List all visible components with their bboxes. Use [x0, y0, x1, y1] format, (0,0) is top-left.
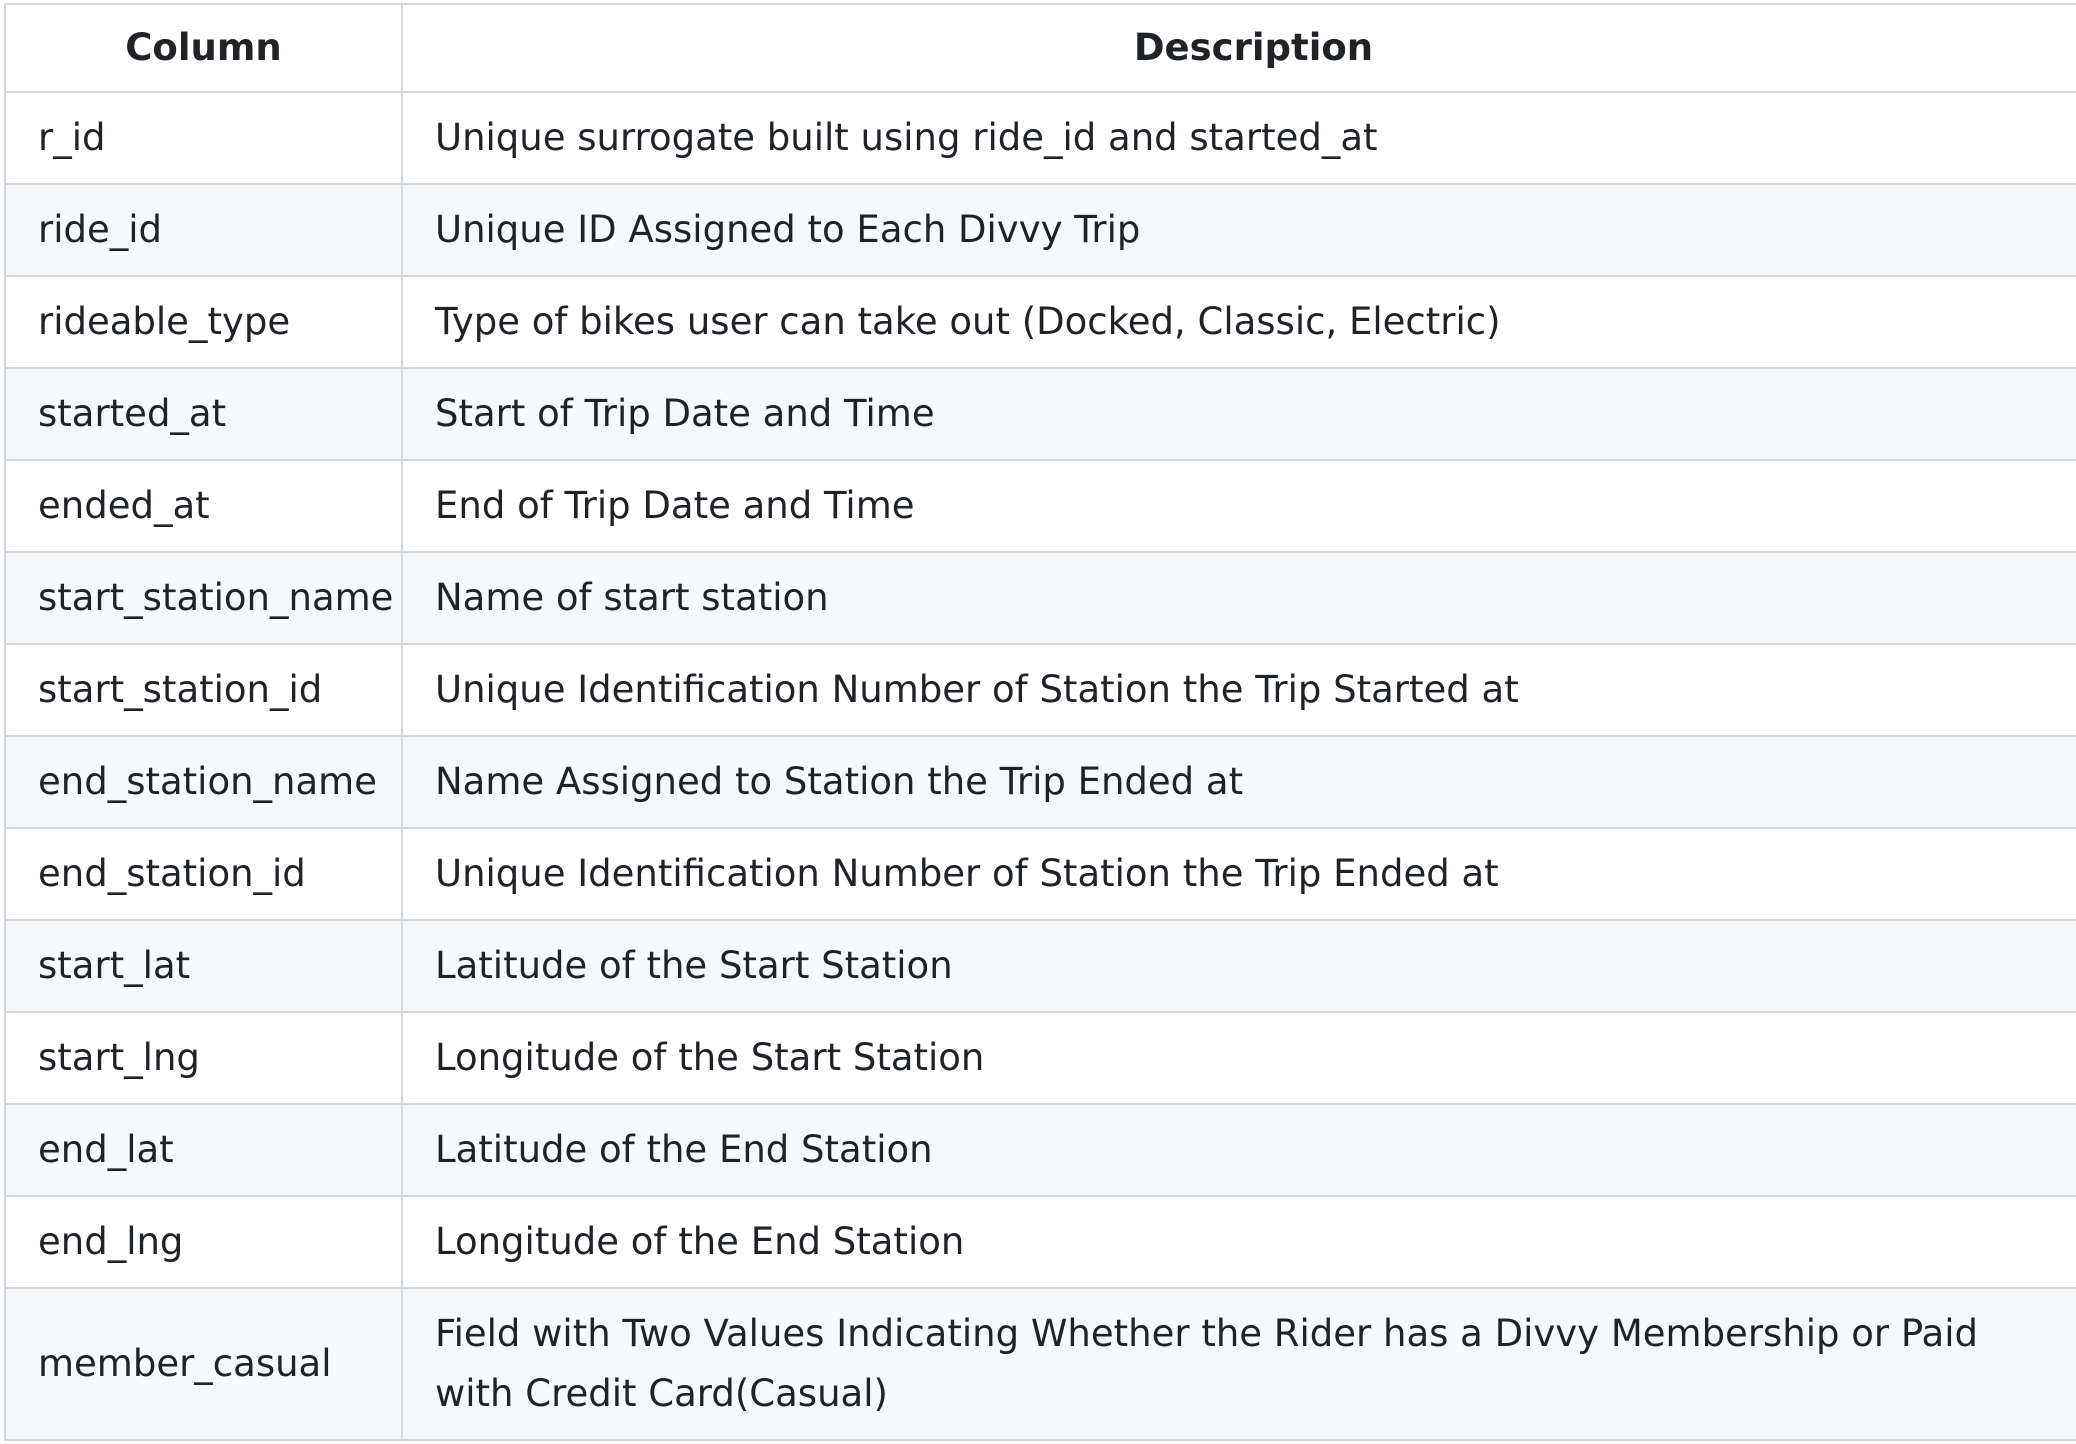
description-cell: Name of start station: [401, 551, 2076, 645]
table-row: ride_id Unique ID Assigned to Each Divvy…: [4, 183, 2076, 277]
table-row: start_station_id Unique Identification N…: [4, 643, 2076, 737]
column-name-cell: ended_at: [4, 459, 403, 553]
column-name-cell: end_lng: [4, 1195, 403, 1289]
column-description-table: Column Description r_id Unique surrogate…: [4, 3, 2076, 1441]
column-name-cell: r_id: [4, 91, 403, 185]
column-name-cell: end_lat: [4, 1103, 403, 1197]
column-name-cell: start_station_name: [4, 551, 403, 645]
description-cell: Latitude of the End Station: [401, 1103, 2076, 1197]
description-cell: Start of Trip Date and Time: [401, 367, 2076, 461]
column-name-cell: end_station_id: [4, 827, 403, 921]
table-row: ended_at End of Trip Date and Time: [4, 459, 2076, 553]
column-name-cell: member_casual: [4, 1287, 403, 1441]
description-cell: Unique ID Assigned to Each Divvy Trip: [401, 183, 2076, 277]
description-cell: Longitude of the End Station: [401, 1195, 2076, 1289]
table-row: rideable_type Type of bikes user can tak…: [4, 275, 2076, 369]
table-row: end_lat Latitude of the End Station: [4, 1103, 2076, 1197]
description-cell: Unique surrogate built using ride_id and…: [401, 91, 2076, 185]
description-cell: Longitude of the Start Station: [401, 1011, 2076, 1105]
column-name-cell: ride_id: [4, 183, 403, 277]
table-row: start_lat Latitude of the Start Station: [4, 919, 2076, 1013]
description-cell: Unique Identification Number of Station …: [401, 643, 2076, 737]
description-cell: Type of bikes user can take out (Docked,…: [401, 275, 2076, 369]
table-header: Column Description: [4, 3, 2076, 93]
column-name-cell: start_station_id: [4, 643, 403, 737]
table-row: end_station_id Unique Identification Num…: [4, 827, 2076, 921]
column-name-cell: rideable_type: [4, 275, 403, 369]
table-row: start_lng Longitude of the Start Station: [4, 1011, 2076, 1105]
table-row: end_lng Longitude of the End Station: [4, 1195, 2076, 1289]
table-row: member_casual Field with Two Values Indi…: [4, 1287, 2076, 1441]
column-header-column: Column: [4, 3, 403, 93]
header-row: Column Description: [4, 3, 2076, 93]
description-cell: Latitude of the Start Station: [401, 919, 2076, 1013]
description-cell: Unique Identification Number of Station …: [401, 827, 2076, 921]
description-cell: Name Assigned to Station the Trip Ended …: [401, 735, 2076, 829]
column-description-table-container: Column Description r_id Unique surrogate…: [4, 3, 2076, 1441]
column-header-description: Description: [401, 3, 2076, 93]
column-name-cell: start_lat: [4, 919, 403, 1013]
description-cell: End of Trip Date and Time: [401, 459, 2076, 553]
description-cell: Field with Two Values Indicating Whether…: [401, 1287, 2076, 1441]
column-name-cell: end_station_name: [4, 735, 403, 829]
table-row: started_at Start of Trip Date and Time: [4, 367, 2076, 461]
column-name-cell: started_at: [4, 367, 403, 461]
column-name-cell: start_lng: [4, 1011, 403, 1105]
table-row: end_station_name Name Assigned to Statio…: [4, 735, 2076, 829]
table-row: r_id Unique surrogate built using ride_i…: [4, 91, 2076, 185]
table-body: r_id Unique surrogate built using ride_i…: [4, 91, 2076, 1441]
table-row: start_station_name Name of start station: [4, 551, 2076, 645]
